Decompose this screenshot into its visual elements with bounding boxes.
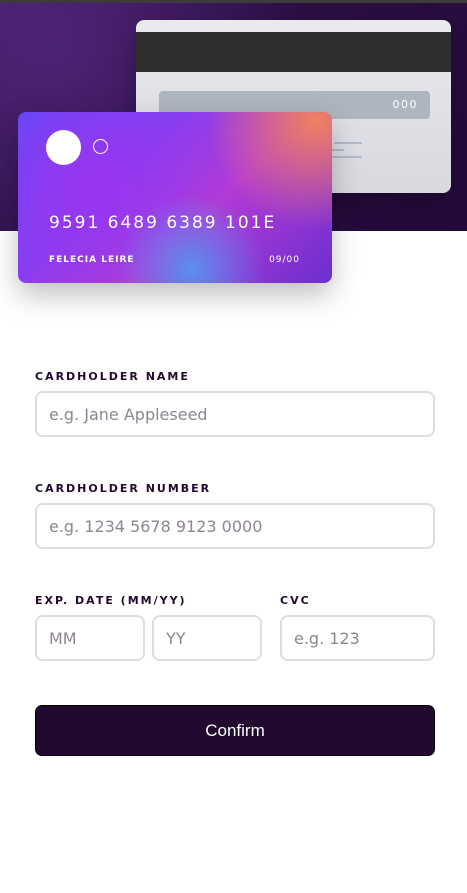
- expiry-date-fields: [35, 615, 263, 661]
- card-back-cvc: 000: [392, 98, 418, 111]
- cvc-group: CVC: [280, 594, 435, 661]
- cardholder-number-group: CARDHOLDER NUMBER: [35, 482, 435, 549]
- hero-top-border: [0, 0, 467, 3]
- hero-background: 000 9591 6489 6389 101E FELECIA LEIRE 09…: [0, 0, 467, 283]
- expiry-year-input[interactable]: [152, 615, 262, 661]
- card-expiry: 09/00: [269, 255, 300, 265]
- cardholder-number-input[interactable]: [35, 503, 435, 549]
- cvc-label: CVC: [280, 594, 311, 607]
- cardholder-name-group: CARDHOLDER NAME: [35, 370, 435, 437]
- card-logo-outline-circle-icon: [93, 139, 108, 154]
- magnetic-strip: [136, 32, 451, 72]
- cardholder-name-label: CARDHOLDER NAME: [35, 370, 190, 383]
- cvc-input[interactable]: [280, 615, 435, 661]
- card-holder-name: FELECIA LEIRE: [49, 255, 135, 265]
- expiry-date-label: EXP. DATE (MM/YY): [35, 594, 187, 607]
- confirm-button[interactable]: Confirm: [35, 705, 435, 756]
- expiry-month-input[interactable]: [35, 615, 145, 661]
- card-logo-filled-circle-icon: [46, 130, 81, 165]
- card-front: 9591 6489 6389 101E FELECIA LEIRE 09/00: [18, 112, 332, 283]
- decoration-line: [334, 142, 362, 144]
- cardholder-number-label: CARDHOLDER NUMBER: [35, 482, 212, 495]
- cardholder-name-input[interactable]: [35, 391, 435, 437]
- card-number: 9591 6489 6389 101E: [49, 213, 277, 233]
- expiry-date-group: EXP. DATE (MM/YY): [35, 594, 263, 661]
